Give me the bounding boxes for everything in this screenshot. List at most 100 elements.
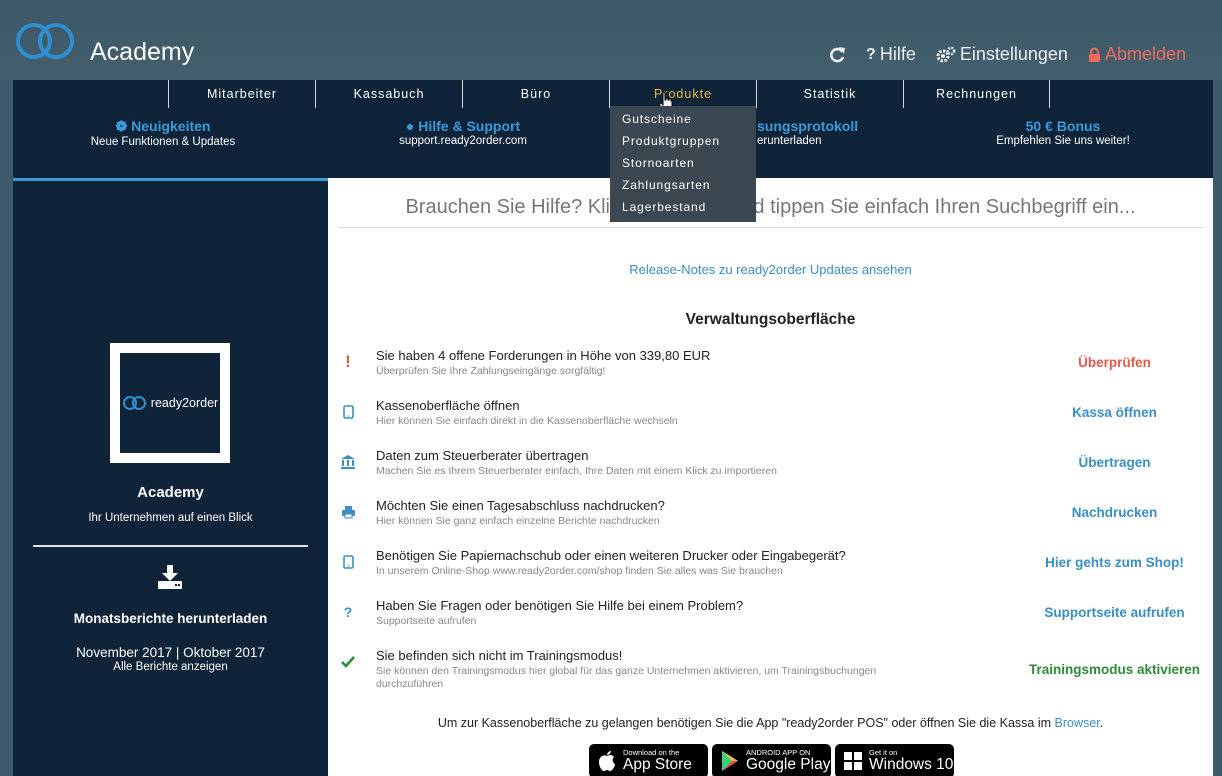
release-notes-link[interactable]: Release-Notes zu ready2order Updates ans… [328,262,1213,277]
row-text: Sie haben 4 offene Forderungen in Höhe v… [376,348,936,378]
nav-tabs: Mitarbeiter Kassabuch Büro Produkte Stat… [168,80,1050,111]
pos-note-text: Um zur Kassenoberfläche zu gelangen benö… [437,716,1055,730]
search-input[interactable] [338,188,1203,228]
ueberpruefen-button[interactable]: Überprüfen [1008,355,1221,370]
gears-icon [936,46,956,62]
tab-kassabuch[interactable]: Kassabuch [315,80,462,108]
info-news-title: ❁ Neuigkeiten [13,118,313,135]
google-play-button[interactable]: ANDROID APP ON Google Play [712,744,831,776]
info-news-sub: Neue Funktionen & Updates [90,136,236,148]
company-tagline: Ihr Unternehmen auf einen Blick [88,512,253,524]
app-store-text: Download on the App Store [623,749,692,773]
question-icon: ? [343,604,353,620]
sidebar-divider [33,545,308,547]
row-title: Kassenoberfläche öffnen [376,398,520,413]
tab-buero[interactable]: Büro [462,80,609,108]
info-bonus[interactable]: 50 € Bonus Empfehlen Sie uns weiter! [913,118,1213,147]
question-icon: ? [866,45,876,63]
info-support-title: ● Hilfe & Support [313,118,613,134]
info-news-title-text: Neuigkeiten [131,118,211,134]
row-title: Benötigen Sie Papiernachschub oder einen… [376,548,846,563]
row-subtitle: Hier können Sie einfach direkt in die Ka… [376,415,678,427]
pos-app-note: Um zur Kassenoberfläche zu gelangen benö… [328,716,1213,730]
row-subtitle: Überprüfen Sie Ihre Zahlungseingänge sor… [376,365,606,377]
header-actions: ? Hilfe Einstellungen Abmelden [828,44,1186,65]
row-title: Daten zum Steuerberater übertragen [376,448,589,463]
ready2order-logo-icon[interactable] [14,18,78,64]
nachdrucken-button[interactable]: Nachdrucken [1008,505,1221,520]
help-button[interactable]: ? Hilfe [866,44,916,65]
shop-button[interactable]: Hier gehts zum Shop! [1008,555,1221,570]
tab-produkte[interactable]: Produkte [609,80,756,111]
row-text: Daten zum Steuerberater übertragen Mache… [376,448,936,478]
tablet-icon [338,548,358,576]
row-text: Benötigen Sie Papiernachschub oder einen… [376,548,936,578]
lock-icon [1088,47,1100,62]
tab-mitarbeiter[interactable]: Mitarbeiter [168,80,315,108]
google-play-large: Google Play [746,756,831,773]
windows-store-text: Get it on Windows 10 [869,749,953,773]
app-title: Academy [90,38,195,66]
google-play-text: ANDROID APP ON Google Play [746,749,830,773]
tablet-icon [338,398,358,426]
menu-item-zahlungsarten[interactable]: Zahlungsarten [610,174,756,196]
row-title: Möchten Sie einen Tagesabschluss nachdru… [376,498,665,513]
top-header: Academy ? Hilfe Einstellungen Abmelden [0,0,1222,80]
settings-button[interactable]: Einstellungen [936,44,1068,65]
row-text: Möchten Sie einen Tagesabschluss nachdru… [376,498,936,528]
refresh-icon [830,46,846,62]
logout-button[interactable]: Abmelden [1088,44,1186,65]
support-button[interactable]: Supportseite aufrufen [1008,605,1221,620]
apple-icon [599,751,615,771]
settings-label: Einstellungen [959,44,1068,64]
globe-icon: ● [405,118,415,134]
row-subtitle: Hier können Sie ganz einfach einzelne Be… [376,515,660,527]
bank-icon [338,448,358,476]
tab-rechnungen[interactable]: Rechnungen [903,80,1050,108]
menu-item-lagerbestand[interactable]: Lagerbestand [610,196,756,218]
info-support-sub: support.ready2order.com [399,135,527,147]
store-badges: Download on the App Store ANDROID APP ON… [589,744,954,776]
menu-item-produktgruppen[interactable]: Produktgruppen [610,130,756,152]
list-item: Daten zum Steuerberater übertragen Mache… [328,448,1213,488]
reports-title: Monatsberichte herunterladen [73,611,268,626]
info-support[interactable]: ● Hilfe & Support support.ready2order.co… [313,118,613,147]
menu-item-gutscheine[interactable]: Gutscheine [610,108,756,130]
row-title: Sie befinden sich nicht im Trainingsmodu… [376,648,623,663]
list-item: Möchten Sie einen Tagesabschluss nachdru… [328,498,1213,538]
row-text: Kassenoberfläche öffnen Hier können Sie … [376,398,936,428]
download-icon[interactable] [156,564,184,590]
row-subtitle: In unserem Online-Shop www.ready2order.c… [376,565,783,577]
row-subtitle: Sie können den Trainingsmodus hier globa… [376,665,877,690]
magic-wand-icon: ❁ [115,118,128,134]
refresh-button[interactable] [828,46,846,64]
uebertragen-button[interactable]: Übertragen [1008,455,1221,470]
list-item: Kassenoberfläche öffnen Hier können Sie … [328,398,1213,438]
tab-statistik[interactable]: Statistik [756,80,903,108]
row-subtitle: Machen Sie es Ihrem Steuerberater einfac… [376,465,777,477]
info-news[interactable]: ❁ Neuigkeiten Neue Funktionen & Updates [13,118,313,148]
kassa-oeffnen-button[interactable]: Kassa öffnen [1008,405,1221,420]
trainingsmodus-button[interactable]: Trainingsmodus aktivieren [1008,662,1221,677]
info-bonus-sub: Empfehlen Sie uns weiter! [996,135,1130,147]
check-icon [338,648,358,676]
logout-label: Abmelden [1104,44,1186,64]
windows-store-button[interactable]: Get it on Windows 10 [835,744,954,776]
info-protocol-sub: erunterladen [757,135,822,147]
reports-months[interactable]: November 2017 | Oktober 2017 [13,645,328,660]
all-reports-link[interactable]: Alle Berichte anzeigen [13,661,328,673]
produkte-dropdown-menu: Gutscheine Produktgruppen Stornoarten Za… [610,106,756,222]
app-store-large: App Store [623,756,692,773]
windows-icon [844,752,862,770]
menu-item-stornoarten[interactable]: Stornoarten [610,152,756,174]
list-item: ! Sie haben 4 offene Forderungen in Höhe… [328,348,1213,388]
help-label: Hilfe [879,44,916,64]
windows-store-large: Windows 10 [869,756,954,773]
app-store-button[interactable]: Download on the App Store [589,744,708,776]
company-name: Academy [137,484,204,501]
list-item: ? Haben Sie Fragen oder benötigen Sie Hi… [328,598,1213,638]
left-sidebar: ready2order Academy Ihr Unternehmen auf … [13,178,328,776]
info-bonus-title: 50 € Bonus [1025,118,1101,134]
sidebar-accent-line [13,178,328,181]
browser-link[interactable]: Browser [1055,716,1100,730]
